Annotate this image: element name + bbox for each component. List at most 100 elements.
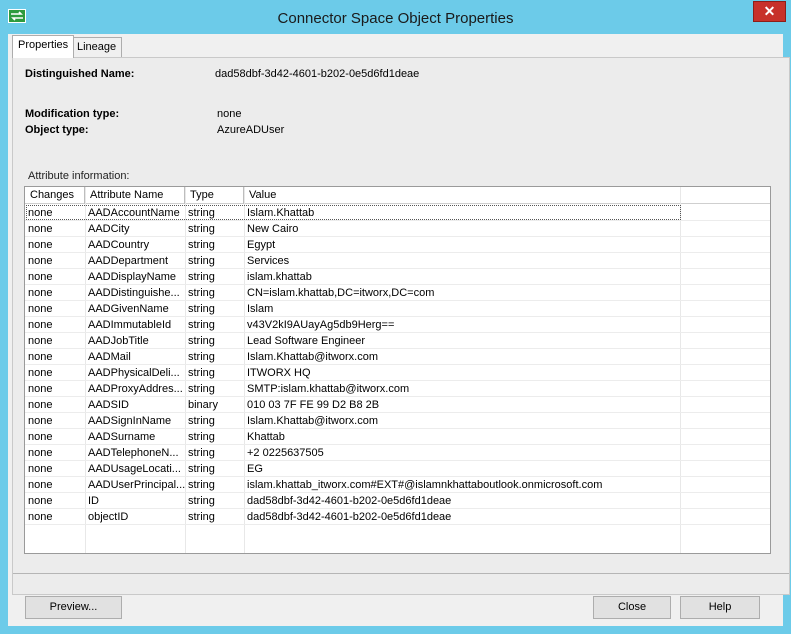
- cell-type: string: [188, 207, 215, 219]
- properties-panel: Distinguished Name: dad58dbf-3d42-4601-b…: [12, 57, 790, 595]
- cell-value: Islam.Khattab: [247, 207, 315, 219]
- close-icon[interactable]: ✕: [753, 1, 786, 22]
- table-row[interactable]: none AADTelephoneN... string +2 0225637505: [25, 445, 770, 461]
- table-row[interactable]: none AADUsageLocati... string EG: [25, 461, 770, 477]
- cell-changes: none: [28, 351, 53, 363]
- table-row[interactable]: none AADSID binary 010 03 7F FE 99 D2 B8 2B: [25, 397, 770, 413]
- modification-type-label: Modification type:: [25, 108, 120, 120]
- table-row[interactable]: none AADSignInName string Islam.Khattab@itw…: [25, 413, 770, 429]
- dialog-window: Connector Space Object Properties ✕ Prop…: [0, 0, 791, 634]
- cell-changes: none: [28, 511, 53, 523]
- table-row[interactable]: none AADDistinguishe... string CN=islam.kha…: [25, 285, 770, 301]
- cell-type: string: [188, 287, 215, 299]
- table-row[interactable]: none ID string dad58dbf-3d42-4601-b202-0e5d…: [25, 493, 770, 509]
- cell-type: string: [188, 415, 215, 427]
- dialog-client: Properties Lineage Distinguished Name: d…: [8, 34, 790, 626]
- cell-value: SMTP:islam.khattab@itworx.com: [247, 383, 410, 395]
- cell-type: string: [188, 495, 215, 507]
- cell-type: string: [188, 239, 215, 251]
- cell-type: string: [188, 271, 215, 283]
- cell-attribute-name: AADDisplayName: [88, 271, 177, 283]
- cell-value: islam.khattab_itworx.com#EXT#@islamnkhat…: [247, 479, 603, 491]
- table-row[interactable]: none AADDisplayName string islam.khattab: [25, 269, 770, 285]
- cell-attribute-name: AADProxyAddres...: [88, 383, 183, 395]
- cell-value: Islam.Khattab@itworx.com: [247, 351, 378, 363]
- cell-changes: none: [28, 287, 53, 299]
- cell-attribute-name: AADSignInName: [88, 415, 172, 427]
- table-row[interactable]: none objectID string dad58dbf-3d42-4601-b20…: [25, 509, 770, 525]
- grid-header: Changes Attribute Name Type Value: [25, 187, 770, 204]
- table-row[interactable]: none AADJobTitle string Lead Software Engin…: [25, 333, 770, 349]
- cell-value: ITWORX HQ: [247, 367, 311, 379]
- cell-changes: none: [28, 223, 53, 235]
- table-row[interactable]: none AADProxyAddres... string SMTP:islam.kh…: [25, 381, 770, 397]
- table-row[interactable]: none AADImmutableId string v43V2kI9AUayAg5d…: [25, 317, 770, 333]
- cell-attribute-name: AADDistinguishe...: [88, 287, 180, 299]
- title-bar[interactable]: Connector Space Object Properties ✕: [0, 0, 791, 34]
- cell-attribute-name: AADJobTitle: [88, 335, 149, 347]
- cell-changes: none: [28, 431, 53, 443]
- cell-attribute-name: AADMail: [88, 351, 131, 363]
- table-row[interactable]: none AADGivenName string Islam: [25, 301, 770, 317]
- table-row[interactable]: none AADCity string New Cairo: [25, 221, 770, 237]
- object-type-value: AzureADUser: [217, 124, 285, 136]
- cell-type: string: [188, 511, 215, 523]
- table-row[interactable]: none AADMail string Islam.Khattab@itworx.co…: [25, 349, 770, 365]
- cell-value: EG: [247, 463, 263, 475]
- cell-value: Services: [247, 255, 290, 267]
- close-button[interactable]: Close: [593, 596, 671, 619]
- table-row[interactable]: none AADPhysicalDeli... string ITWORX HQ: [25, 365, 770, 381]
- cell-type: string: [188, 319, 215, 331]
- cell-value: islam.khattab: [247, 271, 312, 283]
- cell-changes: none: [28, 399, 53, 411]
- column-header-changes[interactable]: Changes: [25, 187, 85, 204]
- table-row[interactable]: none AADAccountName string Islam.Khattab: [25, 205, 770, 221]
- cell-attribute-name: AADGivenName: [88, 303, 169, 315]
- grid-rows: none AADAccountName string Islam.Khattab non…: [25, 205, 770, 525]
- object-type-label: Object type:: [25, 124, 89, 136]
- cell-type: string: [188, 431, 215, 443]
- cell-value: dad58dbf-3d42-4601-b202-0e5d6fd1deae: [247, 495, 452, 507]
- cell-changes: none: [28, 271, 53, 283]
- table-row[interactable]: none AADDepartment string Services: [25, 253, 770, 269]
- cell-value: CN=islam.khattab,DC=itworx,DC=com: [247, 287, 435, 299]
- cell-type: string: [188, 255, 215, 267]
- cell-changes: none: [28, 335, 53, 347]
- cell-changes: none: [28, 303, 53, 315]
- help-button[interactable]: Help: [680, 596, 760, 619]
- cell-value: Islam: [247, 303, 274, 315]
- cell-changes: none: [28, 239, 53, 251]
- cell-value: Egypt: [247, 239, 276, 251]
- column-header-attribute-name[interactable]: Attribute Name: [85, 187, 185, 204]
- cell-attribute-name: objectID: [88, 511, 129, 523]
- panel-divider: [13, 573, 789, 574]
- attribute-grid[interactable]: Changes Attribute Name Type Value none AA…: [24, 186, 771, 554]
- cell-changes: none: [28, 479, 53, 491]
- cell-changes: none: [28, 207, 53, 219]
- cell-attribute-name: AADUserPrincipal...: [88, 479, 185, 491]
- cell-changes: none: [28, 319, 53, 331]
- table-row[interactable]: none AADSurname string Khattab: [25, 429, 770, 445]
- cell-changes: none: [28, 447, 53, 459]
- cell-value: Islam.Khattab@itworx.com: [247, 415, 378, 427]
- cell-attribute-name: AADAccountName: [88, 207, 180, 219]
- distinguished-name-label: Distinguished Name:: [25, 68, 135, 80]
- cell-type: string: [188, 463, 215, 475]
- tab-properties[interactable]: Properties: [12, 35, 75, 58]
- preview-button[interactable]: Preview...: [25, 596, 122, 619]
- column-header-value[interactable]: Value: [244, 187, 681, 204]
- cell-attribute-name: AADCountry: [88, 239, 150, 251]
- modification-type-value: none: [217, 108, 242, 120]
- cell-attribute-name: AADCity: [88, 223, 130, 235]
- cell-type: binary: [188, 399, 218, 411]
- cell-value: 010 03 7F FE 99 D2 B8 2B: [247, 399, 380, 411]
- table-row[interactable]: none AADUserPrincipal... string islam.khatt…: [25, 477, 770, 493]
- column-header-type[interactable]: Type: [185, 187, 244, 204]
- cell-changes: none: [28, 383, 53, 395]
- tab-lineage[interactable]: Lineage: [71, 37, 123, 57]
- cell-attribute-name: AADTelephoneN...: [88, 447, 179, 459]
- cell-value: +2 0225637505: [247, 447, 324, 459]
- table-row[interactable]: none AADCountry string Egypt: [25, 237, 770, 253]
- cell-type: string: [188, 367, 215, 379]
- attribute-section-label: Attribute information:: [28, 170, 130, 182]
